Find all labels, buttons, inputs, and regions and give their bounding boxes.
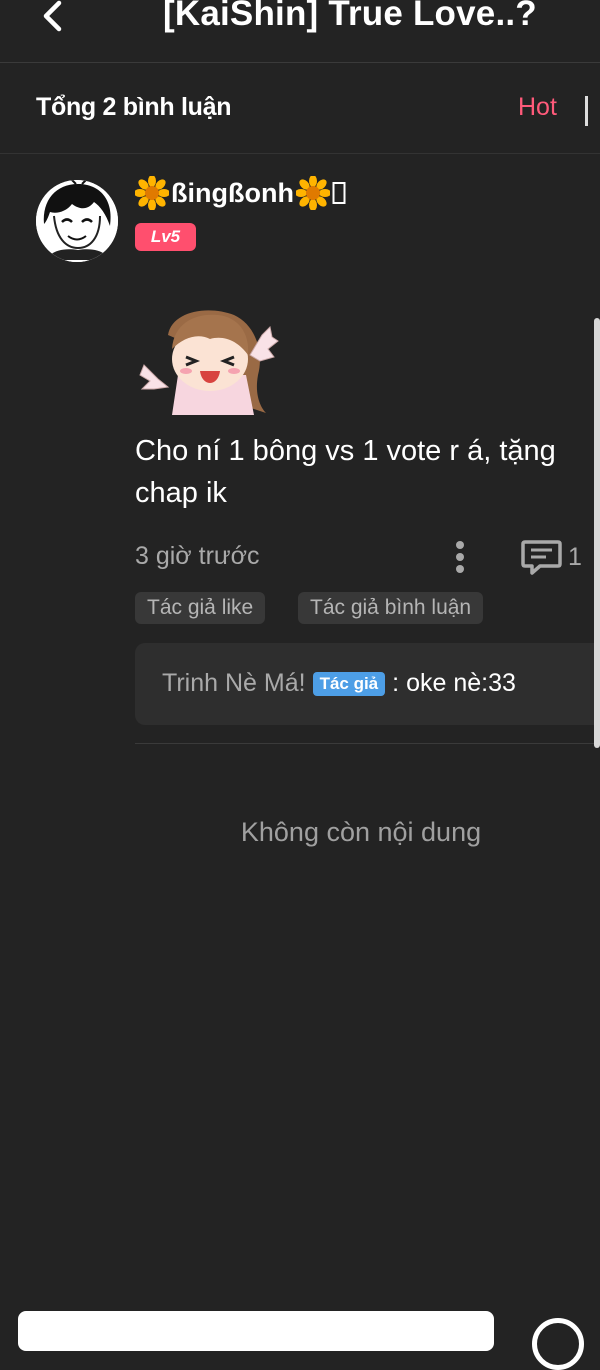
sort-hot-tab[interactable]: Hot [518,93,557,122]
top-bar: [KaiShin] True Love..? [0,0,600,63]
sort-divider [585,96,588,126]
unknown-glyph-icon [332,182,346,204]
comment-text-line: chap ik [135,477,227,509]
anime-girl-sticker [138,305,283,417]
sunflower-icon [295,176,330,210]
back-button[interactable] [34,0,70,38]
chevron-left-icon [43,0,62,32]
vertical-dots-icon [456,541,464,573]
username-text: ßingßonh [171,177,294,208]
end-of-list-message: Không còn nội dung [240,817,482,847]
avatar[interactable] [36,180,118,262]
scrollbar[interactable] [594,318,600,748]
comment-input[interactable] [18,1311,494,1351]
reply-button[interactable] [520,538,564,576]
comment-timestamp: 3 giờ trước [135,542,260,570]
comment-divider [135,743,600,744]
avatar-illustration [36,180,118,262]
reply-count: 1 [568,543,582,571]
sunflower-icon [135,176,169,210]
reply-content: oke nè:33 [406,669,516,697]
more-options-button[interactable] [449,538,471,576]
emoji-button[interactable] [532,1318,584,1370]
author-replied-tag: Tác giả bình luận [298,592,484,624]
comments-header: Tổng 2 bình luận Hot [0,63,600,154]
reply-author: Trinh Nè Má! [162,669,306,697]
comment-text: Cho ní 1 bông vs 1 vote r á, tặng chap i… [135,430,600,514]
level-badge: Lv5 [135,223,196,251]
comment-bubble-icon [521,540,562,575]
reply-preview[interactable]: Trinh Nè Má! Tác giả : oke nè:33 [135,643,600,725]
comment-count-label: Tổng 2 bình luận [36,93,232,121]
comment-text-line: Cho ní 1 bông vs 1 vote r á, tặng [135,435,556,467]
reply-separator: : [392,669,407,697]
page-title: [KaiShin] True Love..? [163,0,537,33]
author-like-tag: Tác giả like [135,592,266,624]
comment-username[interactable]: ßingßonh [135,176,346,210]
reply-line: Trinh Nè Má! Tác giả : oke nè:33 [162,669,516,698]
author-badge: Tác giả [312,671,386,696]
